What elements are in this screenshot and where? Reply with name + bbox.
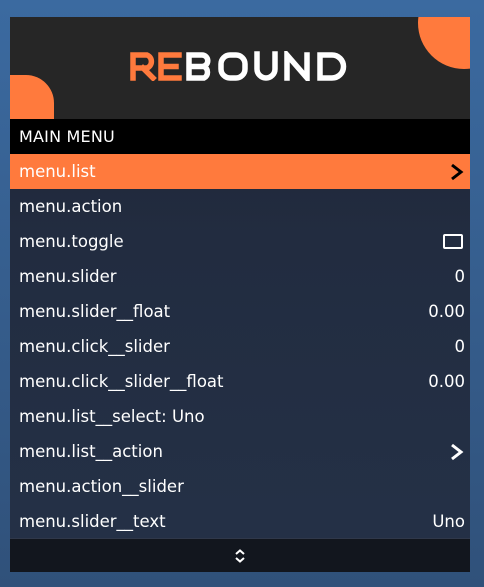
menu-item-list-select[interactable]: menu.list__select: Uno	[10, 399, 470, 434]
header-banner	[10, 17, 470, 119]
menu-item-action[interactable]: menu.action	[10, 189, 470, 224]
menu-item-label: menu.toggle	[19, 232, 124, 251]
menu-item-slider-text[interactable]: menu.slider__text Uno	[10, 504, 470, 539]
menu-item-label: menu.click__slider	[19, 337, 170, 356]
menu-footer	[10, 538, 470, 572]
menu-title: MAIN MENU	[10, 119, 470, 154]
click-slider-value: 0	[454, 337, 466, 356]
menu-item-label: menu.slider__float	[19, 302, 171, 321]
click-slider-float-value: 0.00	[428, 372, 465, 391]
toggle-checkbox[interactable]	[443, 234, 463, 249]
menu-item-label: menu.action__slider	[19, 477, 184, 496]
menu-item-label: menu.slider__text	[19, 512, 166, 531]
menu-item-slider-float[interactable]: menu.slider__float 0.00	[10, 294, 470, 329]
menu-list: menu.list menu.action menu.toggle menu.s…	[10, 154, 470, 539]
menu-item-toggle[interactable]: menu.toggle	[10, 224, 470, 259]
rebound-logo	[10, 17, 470, 119]
slider-float-value: 0.00	[428, 302, 465, 321]
menu-item-label: menu.slider	[19, 267, 117, 286]
slider-value: 0	[454, 267, 466, 286]
chevron-right-icon	[451, 163, 464, 180]
menu-item-slider[interactable]: menu.slider 0	[10, 259, 470, 294]
menu-panel: MAIN MENU menu.list menu.action menu.tog…	[10, 17, 470, 572]
menu-item-click-slider[interactable]: menu.click__slider 0	[10, 329, 470, 364]
menu-item-label: menu.list__select: Uno	[19, 407, 205, 426]
slider-text-value: Uno	[432, 512, 465, 531]
scroll-updown-icon[interactable]	[233, 548, 247, 564]
menu-item-label: menu.click__slider__float	[19, 372, 224, 391]
menu-item-label: menu.list__action	[19, 442, 163, 461]
chevron-right-icon	[451, 443, 464, 460]
menu-item-label: menu.list	[19, 162, 96, 181]
menu-item-label: menu.action	[19, 197, 123, 216]
menu-item-action-slider[interactable]: menu.action__slider	[10, 469, 470, 504]
menu-item-list[interactable]: menu.list	[10, 154, 470, 189]
menu-item-click-slider-float[interactable]: menu.click__slider__float 0.00	[10, 364, 470, 399]
menu-item-list-action[interactable]: menu.list__action	[10, 434, 470, 469]
